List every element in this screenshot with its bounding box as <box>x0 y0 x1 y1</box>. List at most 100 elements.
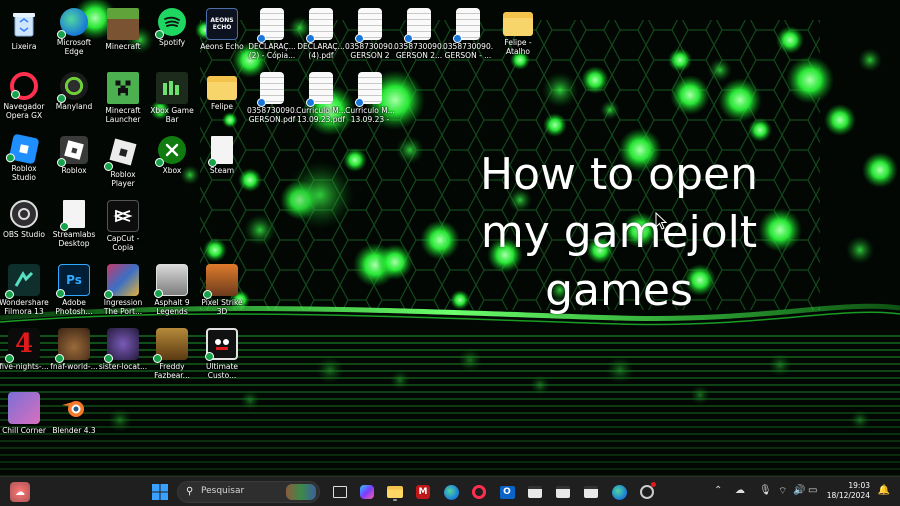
desktop-icon-label: Minecraft <box>105 42 141 51</box>
microphone-icon[interactable]: 🎙 <box>759 485 772 496</box>
bokeh-light <box>377 244 413 280</box>
xbox-icon <box>155 136 186 167</box>
desktop-icon-label: 0358730090... GERSON 2 -... <box>345 42 395 60</box>
notification-dot <box>651 482 656 487</box>
ingression-game-icon <box>104 264 139 299</box>
app-window-button-4[interactable] <box>609 482 629 502</box>
onedrive-cloud-icon[interactable]: ☁ <box>735 485 745 496</box>
desktop-icon-label: Spotify <box>158 38 186 47</box>
desktop-icon-capcut[interactable]: CapCut - Copia <box>98 198 148 262</box>
desktop-icon-felipe-shortcut[interactable]: Felipe - Atalho <box>493 6 543 70</box>
pdf-document-icon <box>306 72 333 107</box>
wifi-icon[interactable]: ⌔ <box>778 485 787 498</box>
streamlabs-file-icon <box>60 200 85 231</box>
clock-date: 18/12/2024 <box>826 491 870 500</box>
desktop-icon-streamlabs[interactable]: Streamlabs Desktop <box>49 198 99 262</box>
desktop-icon-label: Steam <box>209 166 235 175</box>
desktop-icon-label: Chill Corner <box>2 426 46 435</box>
taskbar-clock[interactable]: 19:03 18/12/2024 <box>827 481 870 501</box>
desktop-icon-pdf-7[interactable]: Curriculo M... 13.09.23.pdf <box>296 70 346 134</box>
desktop-icon-fnaf-world[interactable]: fnaf-world-... <box>49 326 99 390</box>
desktop-icon-manyland[interactable]: Manyland <box>49 70 99 134</box>
desktop-icon-pdf-3[interactable]: 0358730090... GERSON 2 -... <box>345 6 395 70</box>
app-window-button-1[interactable] <box>525 482 545 502</box>
bokeh-light <box>858 48 882 72</box>
obs-icon <box>10 200 38 228</box>
desktop-icon-photoshop[interactable]: Ps Adobe Photosh... <box>49 262 99 326</box>
desktop-icon-recycle-bin[interactable]: Lixeira <box>0 6 49 70</box>
taskbar: ☁ ⚲ Pesquisar M O ⌃ ☁ 🎙 ⌔ 🔊 ▭ 19:03 18/1… <box>0 476 900 506</box>
xbox-game-bar-icon <box>156 72 188 104</box>
app-window-button-3[interactable] <box>581 482 601 502</box>
widgets-button[interactable]: ☁ <box>10 482 30 502</box>
desktop-icon-label: Freddy Fazbear... <box>154 362 190 380</box>
aeons-echo-logo: AEONS ECHO <box>206 8 238 40</box>
start-button[interactable] <box>150 482 170 502</box>
desktop-icon-roblox-studio[interactable]: Roblox Studio <box>0 133 49 198</box>
desktop-icon-roblox[interactable]: Roblox <box>49 134 99 198</box>
desktop-icon-label: Roblox Studio <box>11 164 37 182</box>
desktop-icon-filmora[interactable]: Wondershare Filmora 13 <box>0 262 49 326</box>
copilot-icon <box>360 485 374 499</box>
opera-taskbar-button[interactable] <box>469 482 489 502</box>
desktop-icon-minecraft[interactable]: Minecraft <box>98 6 148 70</box>
desktop-icon-aeons-echo[interactable]: AEONS ECHO Aeons Echo <box>197 6 247 70</box>
desktop-icon-label: Ultimate Custo... <box>205 362 239 380</box>
desktop-icon-ultimate-custom[interactable]: Ultimate Custo... <box>197 326 247 390</box>
desktop-icon-sister-location[interactable]: sister-locat... <box>98 326 148 390</box>
desktop-icon-felipe[interactable]: Felipe <box>197 70 247 134</box>
desktop-icon-pdf-8[interactable]: Curriculo M... 13.09.23 - C... <box>345 70 395 134</box>
app-window-button-2[interactable] <box>553 482 573 502</box>
edge-taskbar-button[interactable] <box>441 482 461 502</box>
window-app-icon <box>584 486 598 498</box>
creeper-icon <box>107 72 139 104</box>
bokeh-light <box>708 58 732 82</box>
battery-icon[interactable]: ▭ <box>808 485 817 496</box>
desktop-icon-pixel-strike[interactable]: Pixel Strike 3D <box>197 262 247 326</box>
desktop-icon-obs[interactable]: OBS Studio <box>0 198 49 262</box>
wallpaper-stripe <box>0 447 900 449</box>
desktop-icon-pdf-4[interactable]: 0358730090... GERSON 2... <box>394 6 444 70</box>
roblox-player-icon <box>104 136 139 171</box>
chevron-up-icon[interactable]: ⌃ <box>714 485 722 496</box>
desktop-icon-pdf-5[interactable]: 0358730090... GERSON - ... <box>443 6 493 70</box>
steam-file-icon <box>208 136 233 167</box>
desktop-icon-fnaf4[interactable]: 4 five-nights-... <box>0 326 49 390</box>
desktop-icon-xbox[interactable]: Xbox <box>147 134 197 198</box>
desktop-icon-ingression[interactable]: Ingression The Port... <box>98 262 148 326</box>
outlook-button[interactable]: O <box>497 482 517 502</box>
desktop-icon-roblox-player[interactable]: Roblox Player <box>98 134 148 198</box>
desktop-icon-asphalt[interactable]: Asphalt 9 Legends <box>147 262 197 326</box>
file-explorer-button[interactable] <box>385 482 405 502</box>
desktop-icon-spotify[interactable]: Spotify <box>147 6 197 70</box>
volume-icon[interactable]: 🔊 <box>793 485 805 496</box>
taskbar-search-box[interactable]: ⚲ Pesquisar <box>177 481 320 503</box>
task-view-button[interactable] <box>330 482 350 502</box>
bokeh-light <box>600 100 620 120</box>
pixel-strike-game-icon <box>203 264 238 299</box>
bell-icon[interactable]: 🔔 <box>878 485 890 496</box>
windows-start-icon <box>152 484 168 500</box>
folder-icon <box>387 486 403 498</box>
desktop-icon-steam[interactable]: Steam <box>197 134 247 198</box>
pdf-document-icon <box>355 8 382 43</box>
desktop-icon-label: 0358730090... GERSON 2... <box>394 42 444 60</box>
bokeh-light <box>343 148 367 172</box>
desktop-icon-pdf-6[interactable]: 0358730090... GERSON.pdf <box>247 70 297 134</box>
blender-icon <box>58 392 90 424</box>
desktop-icon-blender[interactable]: Blender 4.3 <box>49 390 99 454</box>
desktop-icon-label: Microsoft Edge <box>56 38 92 56</box>
desktop-icon-xbox-game-bar[interactable]: Xbox Game Bar <box>147 70 197 134</box>
copilot-button[interactable] <box>357 482 377 502</box>
desktop-icon-opera-gx[interactable]: Navegador Opera GX <box>0 70 49 134</box>
desktop-icon-chill-corner[interactable]: Chill Corner <box>0 390 49 454</box>
desktop-icon-freddy-fazbear[interactable]: Freddy Fazbear... <box>147 326 197 390</box>
desktop-icon-pdf-1[interactable]: DECLARAÇ... (2) - Cópia... <box>247 6 297 70</box>
desktop-icon-label: OBS Studio <box>3 230 45 239</box>
mcafee-button[interactable]: M <box>413 482 433 502</box>
app-window-button-5[interactable] <box>637 482 657 502</box>
desktop-icon-minecraft-launcher[interactable]: Minecraft Launcher <box>98 70 148 134</box>
desktop-icon-pdf-2[interactable]: DECLARAÇ... (4).pdf <box>296 6 346 70</box>
desktop-icon-edge[interactable]: Microsoft Edge <box>49 6 99 70</box>
bokeh-light <box>670 75 710 115</box>
